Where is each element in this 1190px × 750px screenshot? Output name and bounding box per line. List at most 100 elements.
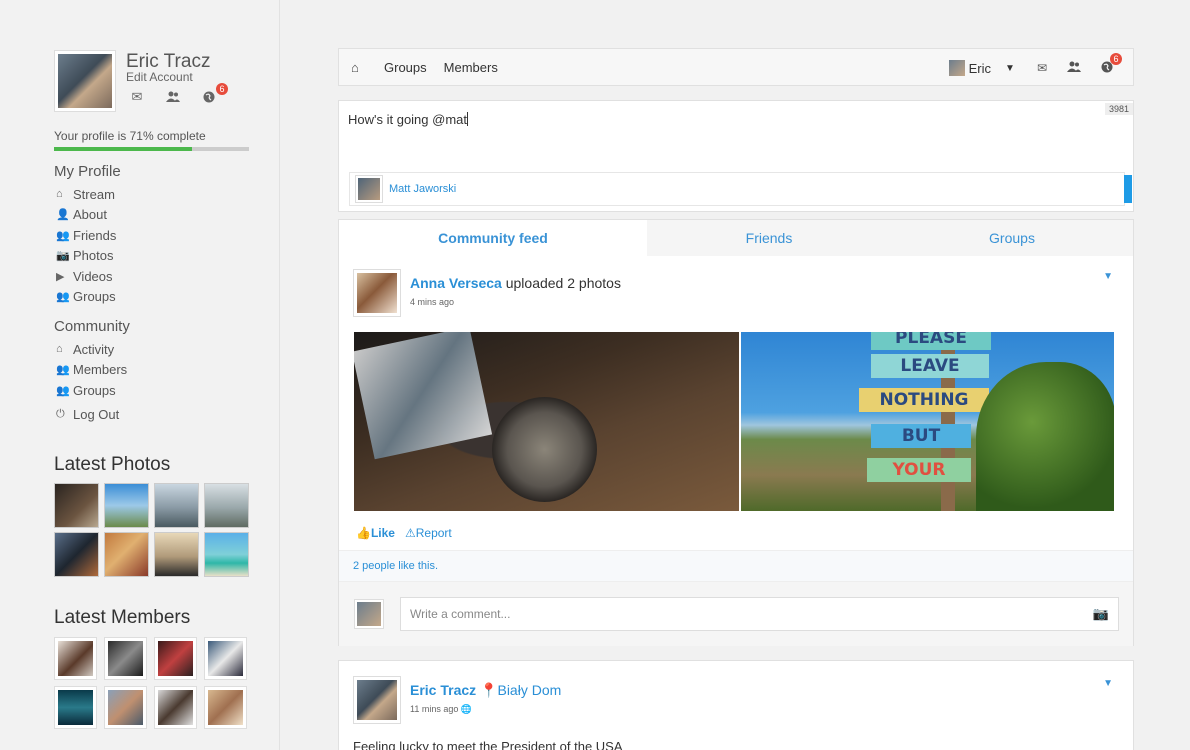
tab-friends[interactable]: Friends <box>647 220 891 256</box>
latest-photos-heading: Latest Photos <box>54 454 171 475</box>
composer-text-value: How's it going @mat <box>348 112 467 127</box>
nav-item-label: Activity <box>73 341 115 357</box>
nav-item-label: Friends <box>73 227 117 243</box>
friends-icon[interactable] <box>1067 61 1081 76</box>
latest-members-grid <box>54 637 247 729</box>
post-author-link[interactable]: Eric Tracz <box>410 682 476 698</box>
likes-count-link[interactable]: 2 people like this. <box>353 560 438 572</box>
post-action-text: uploaded 2 photos <box>505 275 621 291</box>
sign-word: LEAVE <box>871 354 989 378</box>
nav-item-photos[interactable]: 📷 Photos <box>56 246 116 267</box>
notification-badge: 6 <box>1110 52 1122 65</box>
power-icon: ⏻ <box>56 408 65 421</box>
post-timestamp[interactable]: 11 mins ago 🌐 <box>410 704 472 715</box>
globe-icon: 🌐 <box>460 704 473 714</box>
mention-suggestion-item[interactable]: Matt Jaworski <box>349 172 1132 206</box>
camera-icon[interactable]: 📷 <box>1093 606 1109 622</box>
nav-item-stream[interactable]: ⌂ Stream <box>56 184 116 205</box>
post-author-avatar[interactable] <box>353 269 401 317</box>
nav-item-members[interactable]: 👥 Members <box>56 360 127 381</box>
location-label: Biały Dom <box>497 682 562 698</box>
nav-item-groups[interactable]: 👥 Groups <box>56 287 116 308</box>
member-avatar[interactable] <box>54 637 97 680</box>
profile-avatar[interactable] <box>54 50 116 112</box>
post-author-link[interactable]: Anna Verseca <box>410 275 502 291</box>
timestamp-label: 11 mins ago <box>410 704 459 714</box>
nav-item-community-groups[interactable]: 👥 Groups <box>56 380 127 401</box>
report-label: Report <box>415 526 452 540</box>
photo-thumb[interactable] <box>154 532 199 577</box>
comment-input-wrapper: 📷 <box>400 597 1119 631</box>
member-avatar[interactable] <box>54 686 97 729</box>
member-avatar[interactable] <box>204 637 247 680</box>
post-author-avatar[interactable] <box>353 676 401 724</box>
post-title: Eric Tracz 📍Biały Dom <box>410 682 561 699</box>
post-timestamp[interactable]: 4 mins ago <box>410 297 454 307</box>
post-actions: 👍Like ⚠Report <box>356 526 452 540</box>
report-button[interactable]: ⚠Report <box>405 526 452 540</box>
friends-icon: 👥 <box>56 229 70 242</box>
map-marker-icon: 📍 <box>480 682 498 698</box>
envelope-icon[interactable]: ✉ <box>128 89 146 105</box>
sign-word: NOTHING <box>859 388 989 412</box>
like-button[interactable]: 👍Like <box>356 526 395 540</box>
post-photo-2[interactable]: PLEASE LEAVE NOTHING BUT YOUR <box>741 332 1114 511</box>
notification-badge: 6 <box>216 83 228 95</box>
member-avatar[interactable] <box>104 637 147 680</box>
edit-account-link[interactable]: Edit Account <box>126 70 193 84</box>
caret-down-icon[interactable]: ▼ <box>1005 63 1015 74</box>
home-icon: ⌂ <box>56 343 63 356</box>
globe-icon[interactable]: 6 <box>200 83 228 105</box>
home-icon[interactable]: ⌂ <box>351 60 367 75</box>
suggestion-name: Matt Jaworski <box>389 183 457 195</box>
composer-textarea[interactable]: How's it going @mat <box>348 112 468 127</box>
suggestion-avatar <box>355 175 383 203</box>
comment-input[interactable] <box>401 598 1081 630</box>
tab-community-feed[interactable]: Community feed <box>339 220 647 256</box>
nav-item-label: Photos <box>73 248 114 264</box>
member-avatar[interactable] <box>204 686 247 729</box>
photo-thumb[interactable] <box>104 532 149 577</box>
community-heading: Community <box>54 318 130 335</box>
home-icon: ⌂ <box>56 188 63 201</box>
nav-item-label: Stream <box>73 186 115 202</box>
envelope-icon[interactable]: ✉ <box>1037 61 1047 75</box>
profile-progress-fill <box>54 147 193 151</box>
user-menu[interactable]: Eric <box>948 60 991 76</box>
nav-item-label: Groups <box>73 382 116 398</box>
warning-icon: ⚠ <box>404 526 416 540</box>
comment-form: 📷 <box>339 582 1133 646</box>
status-composer[interactable]: How's it going @mat 3981 Matt Jaworski <box>338 100 1134 212</box>
member-avatar[interactable] <box>154 637 197 680</box>
nav-item-label: Groups <box>73 289 116 305</box>
logout-link[interactable]: ⏻ Log Out <box>56 405 127 426</box>
nav-members-link[interactable]: Members <box>444 60 498 75</box>
photo-thumb[interactable] <box>204 532 249 577</box>
photo-thumb[interactable] <box>104 483 149 528</box>
post-photo-1[interactable] <box>354 332 739 511</box>
nav-groups-link[interactable]: Groups <box>384 60 427 75</box>
nav-item-videos[interactable]: ▶ Videos <box>56 266 116 287</box>
member-avatar[interactable] <box>104 686 147 729</box>
nav-item-friends[interactable]: 👥 Friends <box>56 225 116 246</box>
play-icon: ▶ <box>56 270 65 283</box>
suggestion-scrollbar[interactable] <box>1124 175 1132 203</box>
nav-item-label: Videos <box>73 268 113 284</box>
post-location[interactable]: 📍Biały Dom <box>480 682 561 698</box>
globe-icon[interactable]: 6 <box>1101 52 1122 76</box>
photo-thumb[interactable] <box>54 532 99 577</box>
user-avatar-mini <box>948 60 965 76</box>
camera-icon: 📷 <box>56 250 70 263</box>
photo-thumb[interactable] <box>54 483 99 528</box>
post-options-caret-icon[interactable]: ▼ <box>1103 271 1113 282</box>
tab-groups[interactable]: Groups <box>891 220 1133 256</box>
nav-item-label: Log Out <box>73 407 120 423</box>
sign-word: PLEASE <box>871 332 991 350</box>
photo-thumb[interactable] <box>154 483 199 528</box>
member-avatar[interactable] <box>154 686 197 729</box>
nav-item-about[interactable]: 👤 About <box>56 205 116 226</box>
friends-icon[interactable] <box>164 89 182 105</box>
photo-thumb[interactable] <box>204 483 249 528</box>
post-options-caret-icon[interactable]: ▼ <box>1103 678 1113 689</box>
nav-item-activity[interactable]: ⌂ Activity <box>56 339 127 360</box>
